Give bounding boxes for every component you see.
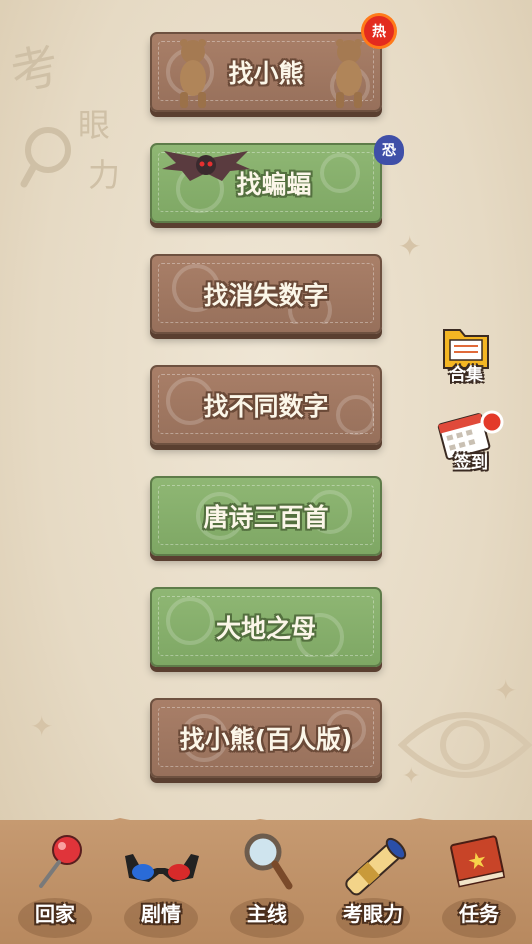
- menu-button-label: 找消失数字: [203, 281, 329, 310]
- tab-label: 考眼力: [343, 902, 403, 926]
- logo-magnifier-icon: [20, 127, 71, 188]
- bear-icon: [180, 39, 206, 108]
- tab-main-line[interactable]: 主线: [214, 826, 320, 944]
- logo-char-kao: 考: [5, 37, 65, 103]
- collection-label: 合集: [449, 365, 483, 385]
- tab-home[interactable]: 回家: [2, 826, 108, 944]
- telescope-icon: [345, 837, 407, 896]
- tab-eyesight-active[interactable]: 考眼力: [320, 826, 426, 944]
- checkin-label: 签到: [454, 453, 488, 473]
- scary-ghost-badge: 恐: [374, 135, 404, 165]
- background-logo: 考 眼 力: [6, 30, 140, 194]
- tab-tasks[interactable]: ★ 任务: [426, 826, 532, 944]
- menu-button-find-bear[interactable]: 找小熊 热: [150, 16, 394, 112]
- menu-button-find-bear-hundred[interactable]: 找小熊(百人版): [150, 698, 382, 778]
- eye-watermark-icon: [398, 712, 532, 778]
- tab-story[interactable]: 剧情: [108, 826, 214, 944]
- tab-label: 任务: [459, 902, 499, 926]
- pushpin-icon: [39, 835, 82, 888]
- sparkle-icon: ✦: [398, 230, 422, 263]
- menu-button-find-different-number[interactable]: 找不同数字: [150, 365, 382, 445]
- tab-label: 主线: [247, 902, 287, 926]
- menu-button-tang-poems[interactable]: 唐诗三百首: [150, 476, 382, 556]
- book-icon: ★: [450, 835, 506, 888]
- logo-char-li: 力: [88, 156, 121, 194]
- menu-button-find-missing-number[interactable]: 找消失数字: [150, 254, 382, 334]
- menu-button-label: 唐诗三百首: [203, 503, 329, 532]
- menu-button-find-bat[interactable]: 找蝙蝠 恐: [150, 135, 404, 223]
- menu-button-label: 找小熊(百人版): [179, 725, 353, 754]
- menu-button-mother-earth[interactable]: 大地之母: [150, 587, 382, 667]
- hot-badge: 热: [364, 16, 394, 46]
- menu-button-label: 找不同数字: [203, 392, 329, 421]
- 3d-glasses-icon: [125, 854, 199, 882]
- magnifier-icon: [244, 833, 293, 890]
- collection-button[interactable]: 合集: [440, 322, 492, 385]
- logo-char-yan: 眼: [78, 106, 111, 144]
- sparkle-icon: ✦: [30, 710, 54, 743]
- bear-icon: [336, 39, 362, 108]
- checkin-button[interactable]: 签到: [436, 408, 506, 473]
- bat-icon: [162, 151, 250, 181]
- menu-button-label: 找小熊: [228, 59, 304, 88]
- menu-button-label: 大地之母: [215, 614, 316, 643]
- tab-label: 回家: [35, 902, 75, 926]
- tab-label: 剧情: [141, 902, 181, 926]
